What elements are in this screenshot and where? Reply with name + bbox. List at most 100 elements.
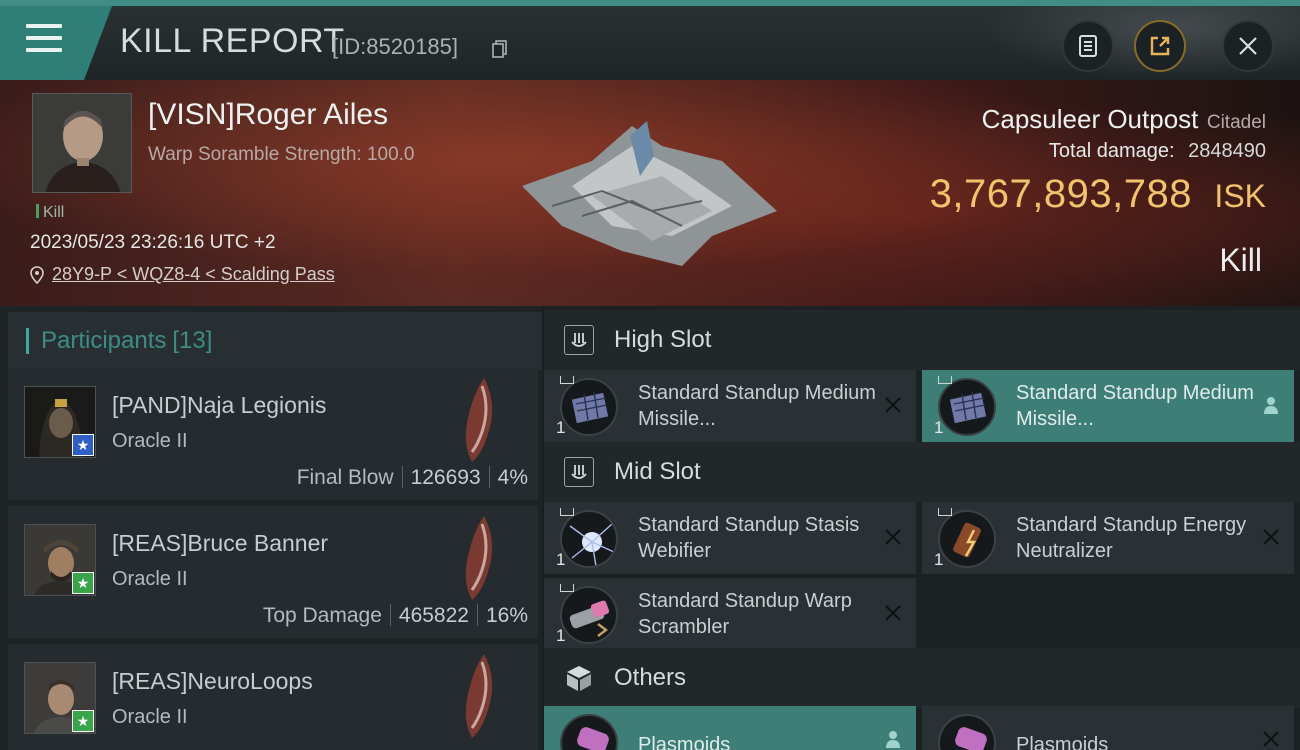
- remove-icon[interactable]: [882, 602, 904, 624]
- participant-card[interactable]: ★ [PAND]Naja Legionis Oracle II Final Bl…: [8, 368, 538, 500]
- structure-label: Capsuleer Outpost Citadel: [982, 104, 1266, 135]
- star-icon: ★: [76, 712, 90, 729]
- participant-damage: 465822: [398, 604, 469, 627]
- module-item[interactable]: 1 Standard Standup Medium Missile...: [922, 370, 1294, 442]
- portrait-image: [33, 94, 131, 192]
- structure-image: [522, 121, 777, 266]
- share-icon: [1150, 36, 1170, 56]
- clipboard-icon: [1079, 35, 1097, 57]
- star-icon: ★: [76, 574, 90, 591]
- ship-image: [465, 654, 493, 738]
- remove-icon[interactable]: [1260, 728, 1282, 750]
- participants-panel: Participants [13] ★ [PAND]Naja Legionis …: [0, 306, 542, 750]
- module-item[interactable]: 1 Standard Standup Energy Neutralizer: [922, 502, 1294, 574]
- module-name: Standard Standup Medium Missile...: [638, 382, 876, 430]
- module-name: Standard Standup Medium Missile...: [1016, 382, 1254, 430]
- stasis-webifier-icon: [560, 510, 618, 568]
- mid-slot-header: Mid Slot: [544, 442, 1300, 502]
- others-title: Others: [614, 664, 687, 691]
- total-damage: Total damage: 2848490: [1049, 140, 1266, 163]
- isk-value-row: 3,767,893,788 ISK: [930, 172, 1266, 217]
- page-title: KILL REPORT: [120, 22, 345, 60]
- module-item[interactable]: 1 Standard Standup Warp Scrambler: [544, 578, 916, 650]
- module-quantity: 1: [556, 418, 566, 437]
- menu-button[interactable]: [0, 6, 112, 80]
- module-item[interactable]: Plasmoids: [544, 706, 916, 750]
- person-icon[interactable]: [882, 728, 904, 750]
- participant-name[interactable]: [REAS]Bruce Banner: [112, 530, 328, 557]
- close-button[interactable]: [1222, 20, 1274, 72]
- participant-damage: 126693: [410, 466, 481, 489]
- participant-ship: Oracle II: [112, 430, 188, 452]
- location-link[interactable]: 28Y9-P < WQZ8-4 < Scalding Pass: [30, 264, 335, 285]
- ship-image: [465, 516, 493, 600]
- mid-slot-icon: [564, 457, 594, 487]
- participant-stats: Final Blow 126693 4%: [297, 466, 528, 490]
- result-label: Kill: [1219, 242, 1262, 278]
- remove-icon[interactable]: [1260, 526, 1282, 548]
- remove-icon[interactable]: [882, 526, 904, 548]
- standing-badge: ★: [72, 572, 94, 594]
- module-quantity: 1: [934, 550, 944, 569]
- standing-badge: ★: [72, 434, 94, 456]
- high-slot-title: High Slot: [614, 326, 712, 353]
- star-icon: ★: [76, 436, 90, 453]
- participant-name[interactable]: [REAS]NeuroLoops: [112, 668, 313, 695]
- copy-icon[interactable]: [492, 40, 508, 58]
- location-pin-icon: [30, 265, 44, 284]
- others-header: Others: [544, 648, 1300, 708]
- participant-card[interactable]: ★ [REAS]Bruce Banner Oracle II Top Damag…: [8, 506, 538, 638]
- remove-icon[interactable]: [882, 394, 904, 416]
- title-bar: KILL REPORT [ID:8520185]: [0, 0, 1300, 80]
- participants-header: Participants [13]: [8, 312, 542, 370]
- participant-ship: Oracle II: [112, 568, 188, 590]
- kill-banner: [VISN]Roger Ailes Warp Soramble Strength…: [0, 80, 1300, 306]
- participant-percent: 16%: [485, 604, 528, 627]
- plasmoids-icon: [560, 714, 618, 750]
- module-item[interactable]: Plasmoids: [922, 706, 1294, 750]
- share-button[interactable]: [1134, 20, 1186, 72]
- participants-count: [13]: [172, 327, 213, 354]
- energy-neutralizer-icon: [938, 510, 996, 568]
- structure-name: Capsuleer Outpost: [981, 104, 1199, 134]
- participant-role: Final Blow: [296, 466, 394, 489]
- participant-percent: 4%: [497, 466, 528, 489]
- structure-type: Citadel: [1206, 112, 1266, 133]
- cube-icon: [564, 663, 594, 693]
- total-damage-value: 2848490: [1188, 140, 1266, 162]
- participants-title: Participants: [41, 327, 167, 354]
- victim-subtitle: Warp Soramble Strength: 100.0: [148, 144, 415, 165]
- standing-badge: ★: [72, 710, 94, 732]
- fitting-panel: High Slot 1 Standard Standup Medium Miss…: [544, 306, 1300, 750]
- module-name: Plasmoids: [1016, 734, 1109, 750]
- person-icon[interactable]: [1260, 394, 1282, 416]
- participant-name[interactable]: [PAND]Naja Legionis: [112, 392, 326, 419]
- location-text: 28Y9-P < WQZ8-4 < Scalding Pass: [52, 264, 335, 284]
- kill-tag: Kill: [36, 204, 64, 222]
- module-item[interactable]: 1 Standard Standup Medium Missile...: [544, 370, 916, 442]
- module-quantity: 1: [556, 550, 566, 569]
- module-name: Standard Standup Warp Scrambler: [638, 590, 852, 638]
- module-item[interactable]: 1 Standard Standup Stasis Webifier: [544, 502, 916, 574]
- module-name: Standard Standup Stasis Webifier: [638, 514, 860, 562]
- participant-card[interactable]: ★ [REAS]NeuroLoops Oracle II: [8, 644, 538, 750]
- missile-launcher-icon: [560, 378, 618, 436]
- isk-value: 3,767,893,788: [929, 172, 1192, 216]
- high-slot-header: High Slot: [544, 310, 1300, 370]
- ship-image: [465, 378, 493, 462]
- module-name: Standard Standup Energy Neutralizer: [1016, 514, 1247, 562]
- missile-launcher-icon: [938, 378, 996, 436]
- warp-scrambler-icon: [560, 586, 618, 644]
- victim-portrait[interactable]: [32, 93, 132, 193]
- menu-icon: [26, 24, 62, 54]
- module-quantity: 1: [934, 418, 944, 437]
- plasmoids-icon: [938, 714, 996, 750]
- clipboard-button[interactable]: [1062, 20, 1114, 72]
- total-damage-label: Total damage:: [1048, 140, 1175, 162]
- participant-stats: Top Damage 465822 16%: [263, 604, 528, 628]
- victim-name[interactable]: [VISN]Roger Ailes: [148, 98, 388, 132]
- module-quantity: 1: [556, 626, 566, 645]
- kill-datetime: 2023/05/23 23:26:16 UTC +2: [30, 232, 276, 253]
- report-id: [ID:8520185]: [332, 34, 458, 59]
- module-name: Plasmoids: [638, 734, 731, 750]
